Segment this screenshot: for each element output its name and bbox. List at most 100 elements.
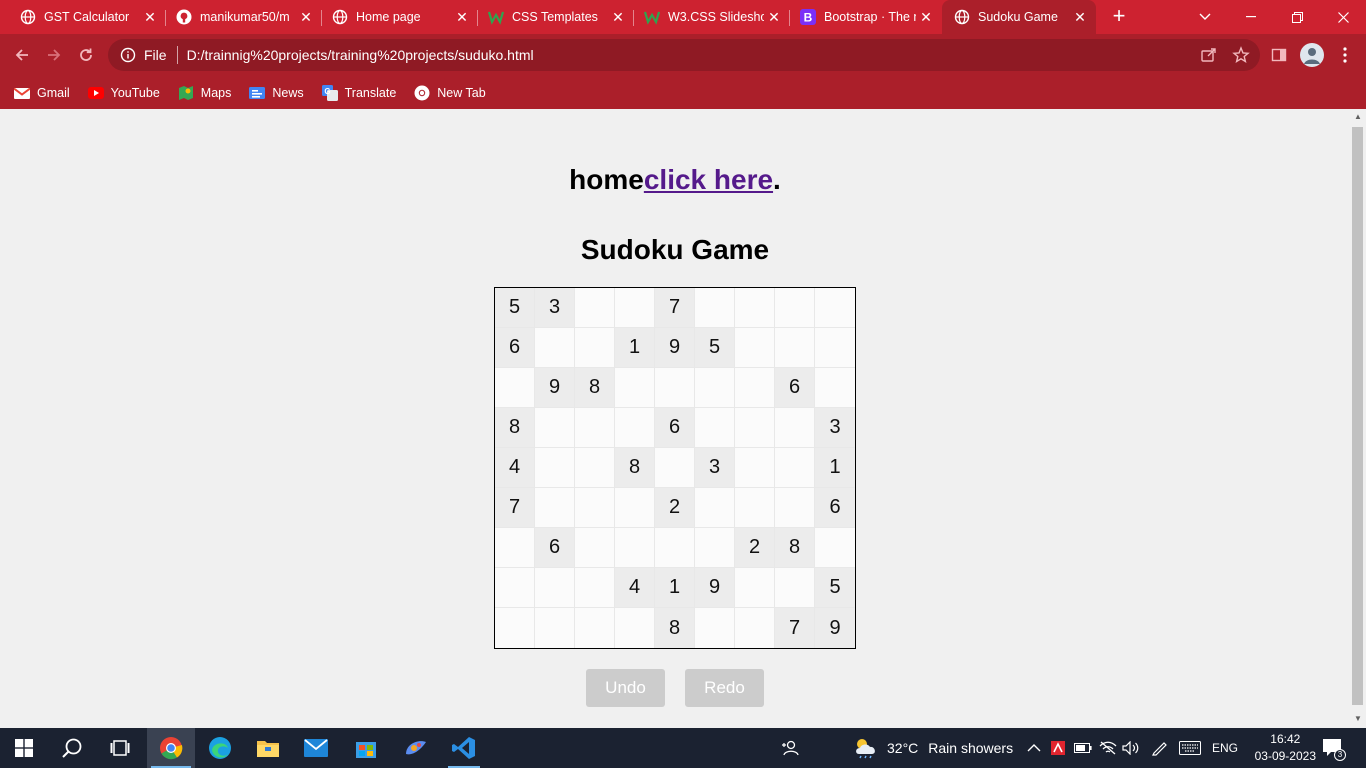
- minimize-button[interactable]: [1228, 0, 1274, 34]
- sudoku-cell-empty[interactable]: [735, 448, 775, 488]
- touch-keyboard-icon[interactable]: [1179, 728, 1201, 768]
- redo-button[interactable]: Redo: [685, 669, 764, 707]
- bookmark-gmail[interactable]: Gmail: [14, 85, 70, 101]
- sudoku-cell-empty[interactable]: [575, 608, 615, 648]
- home-link[interactable]: click here: [644, 164, 773, 195]
- sudoku-cell-empty[interactable]: [535, 408, 575, 448]
- sudoku-cell-empty[interactable]: [735, 568, 775, 608]
- tab-css-templates[interactable]: CSS Templates ✕: [468, 0, 634, 34]
- sudoku-cell-empty[interactable]: [695, 408, 735, 448]
- side-panel-icon[interactable]: [1266, 42, 1292, 68]
- sudoku-cell-empty[interactable]: [735, 328, 775, 368]
- info-icon[interactable]: [120, 47, 136, 63]
- sudoku-cell-empty[interactable]: [575, 568, 615, 608]
- sudoku-cell-empty[interactable]: [535, 608, 575, 648]
- sudoku-cell-empty[interactable]: [535, 328, 575, 368]
- vscode-icon[interactable]: [440, 728, 488, 768]
- sudoku-cell-empty[interactable]: [535, 448, 575, 488]
- close-tab-icon[interactable]: ✕: [916, 9, 936, 26]
- scroll-up-icon[interactable]: ▲: [1353, 112, 1363, 121]
- sudoku-cell-empty[interactable]: [735, 368, 775, 408]
- bookmark-youtube[interactable]: YouTube: [87, 85, 160, 101]
- restore-button[interactable]: [1274, 0, 1320, 34]
- sudoku-cell-empty[interactable]: [695, 608, 735, 648]
- bookmark-star-icon[interactable]: [1232, 46, 1250, 67]
- tab-sudoku-game[interactable]: Sudoku Game ✕: [942, 0, 1096, 34]
- sudoku-cell-empty[interactable]: [495, 568, 535, 608]
- volume-icon[interactable]: [1122, 728, 1140, 768]
- sudoku-cell-empty[interactable]: [815, 328, 855, 368]
- sudoku-cell-empty[interactable]: [615, 368, 655, 408]
- sudoku-cell-empty[interactable]: [815, 528, 855, 568]
- edge-icon[interactable]: [196, 728, 244, 768]
- sudoku-cell-empty[interactable]: [775, 328, 815, 368]
- sudoku-cell-empty[interactable]: [575, 328, 615, 368]
- show-hidden-icons-chevron-icon[interactable]: [1027, 728, 1041, 768]
- sudoku-cell-empty[interactable]: [815, 288, 855, 328]
- sudoku-cell-empty[interactable]: [775, 408, 815, 448]
- reload-icon[interactable]: [72, 41, 100, 69]
- sudoku-cell-empty[interactable]: [735, 288, 775, 328]
- tab-home-page[interactable]: Home page ✕: [312, 0, 478, 34]
- language-indicator[interactable]: ENG: [1212, 728, 1238, 768]
- address-bar[interactable]: File D:/trainnig%20projects/training%20p…: [108, 39, 1260, 71]
- sudoku-cell-empty[interactable]: [615, 288, 655, 328]
- sudoku-cell-empty[interactable]: [575, 408, 615, 448]
- tab-w3css-slideshow[interactable]: W3.CSS Slidesho ✕: [624, 0, 790, 34]
- sudoku-cell-empty[interactable]: [615, 488, 655, 528]
- paint-app-icon[interactable]: [392, 728, 440, 768]
- sudoku-cell-empty[interactable]: [615, 408, 655, 448]
- forward-icon[interactable]: [40, 41, 68, 69]
- microsoft-store-icon[interactable]: [342, 728, 390, 768]
- tab-search-chevron-icon[interactable]: [1182, 0, 1228, 34]
- more-menu-icon[interactable]: [1332, 42, 1358, 68]
- mail-icon[interactable]: [292, 728, 340, 768]
- back-icon[interactable]: [8, 41, 36, 69]
- sudoku-cell-empty[interactable]: [615, 608, 655, 648]
- tab-bootstrap[interactable]: B Bootstrap · The n ✕: [780, 0, 942, 34]
- sudoku-cell-empty[interactable]: [735, 608, 775, 648]
- scrollbar-thumb[interactable]: [1352, 127, 1363, 705]
- chrome-taskbar-icon[interactable]: [147, 728, 195, 768]
- new-tab-button[interactable]: +: [1106, 4, 1132, 30]
- pen-workspace-icon[interactable]: [1151, 728, 1169, 768]
- weather-widget[interactable]: 32°C Rain showers: [853, 728, 1013, 768]
- bookmark-translate[interactable]: G Translate: [321, 84, 396, 101]
- share-icon[interactable]: [1200, 46, 1218, 67]
- sudoku-cell-empty[interactable]: [495, 368, 535, 408]
- sudoku-cell-empty[interactable]: [815, 368, 855, 408]
- sudoku-cell-empty[interactable]: [575, 288, 615, 328]
- sudoku-cell-empty[interactable]: [655, 368, 695, 408]
- network-offline-icon[interactable]: [1099, 728, 1117, 768]
- scroll-down-icon[interactable]: ▼: [1353, 714, 1363, 723]
- sudoku-cell-empty[interactable]: [495, 608, 535, 648]
- sudoku-cell-empty[interactable]: [575, 528, 615, 568]
- undo-button[interactable]: Undo: [586, 669, 665, 707]
- sudoku-cell-empty[interactable]: [695, 368, 735, 408]
- amd-radeon-icon[interactable]: [1051, 728, 1065, 768]
- close-tab-icon[interactable]: ✕: [1070, 9, 1090, 26]
- task-view-icon[interactable]: [96, 728, 144, 768]
- close-window-button[interactable]: [1320, 0, 1366, 34]
- page-scrollbar[interactable]: ▲ ▼: [1350, 109, 1366, 728]
- sudoku-cell-empty[interactable]: [495, 528, 535, 568]
- sudoku-cell-empty[interactable]: [775, 448, 815, 488]
- sudoku-cell-empty[interactable]: [655, 448, 695, 488]
- windows-start-icon[interactable]: [0, 728, 48, 768]
- sudoku-cell-empty[interactable]: [775, 488, 815, 528]
- sudoku-cell-empty[interactable]: [575, 448, 615, 488]
- sudoku-cell-empty[interactable]: [775, 288, 815, 328]
- sudoku-cell-empty[interactable]: [735, 408, 775, 448]
- clock[interactable]: 16:42 03-09-2023: [1255, 731, 1316, 765]
- people-icon[interactable]: [781, 728, 799, 768]
- sudoku-cell-empty[interactable]: [735, 488, 775, 528]
- file-explorer-icon[interactable]: [244, 728, 292, 768]
- sudoku-cell-empty[interactable]: [535, 488, 575, 528]
- bookmark-new-tab[interactable]: New Tab: [414, 85, 486, 101]
- bookmark-news[interactable]: News: [249, 85, 304, 101]
- sudoku-cell-empty[interactable]: [695, 488, 735, 528]
- search-icon[interactable]: [48, 728, 96, 768]
- sudoku-cell-empty[interactable]: [615, 528, 655, 568]
- notification-center-icon[interactable]: 3: [1322, 728, 1346, 768]
- bookmark-maps[interactable]: Maps: [178, 85, 231, 101]
